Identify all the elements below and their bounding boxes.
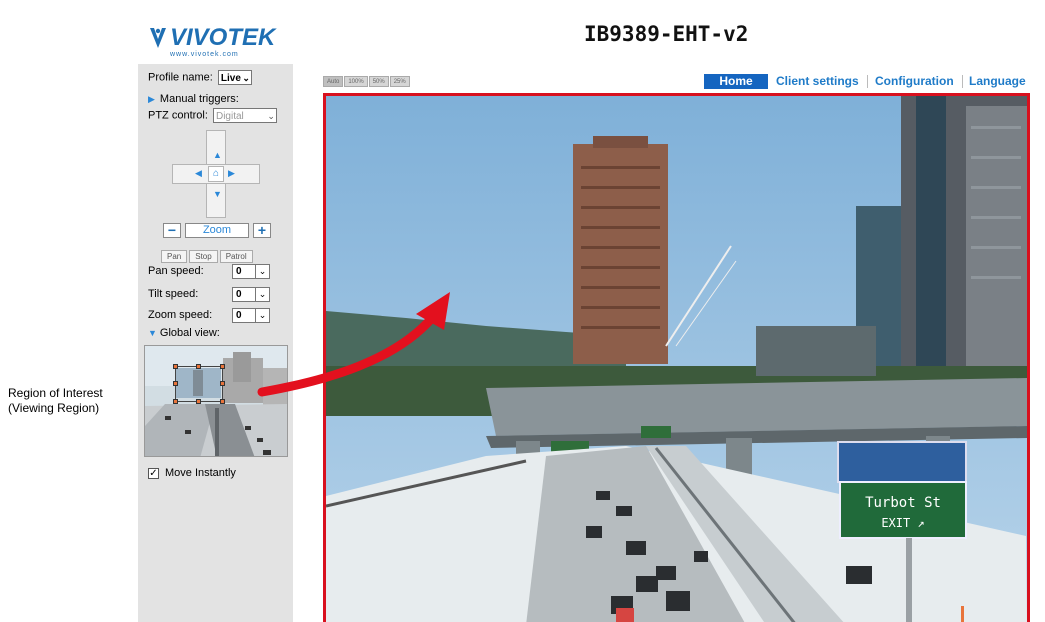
nav-separator xyxy=(962,75,963,88)
triangle-down-icon: ▼ xyxy=(148,328,157,338)
stop-button[interactable]: Stop xyxy=(189,250,218,263)
ptz-control-select[interactable]: Digital ⌄ xyxy=(212,108,277,123)
view-size-buttons: Auto 100% 50% 25% xyxy=(323,76,411,88)
pan-button[interactable]: Pan xyxy=(161,250,188,263)
triangle-right-icon: ▶ xyxy=(148,94,155,104)
tilt-speed-value: 0 xyxy=(236,289,242,300)
tilt-speed-label: Tilt speed: xyxy=(148,288,199,300)
tilt-speed-select[interactable]: 0 ⌄ xyxy=(232,287,270,302)
roi-handle[interactable] xyxy=(220,399,225,404)
move-instantly-label: Move Instantly xyxy=(165,467,236,479)
roi-callout-label: Region of Interest (Viewing Region) xyxy=(8,386,143,416)
zoom-out-button[interactable]: − xyxy=(163,223,181,238)
highway-sign-line2: EXIT ↗ xyxy=(881,516,924,530)
nav-client-settings[interactable]: Client settings xyxy=(776,74,859,89)
move-instantly-row[interactable]: ✓ Move Instantly xyxy=(148,467,236,479)
view-50-button[interactable]: 50% xyxy=(368,76,389,87)
page-title: IB9389-EHT-v2 xyxy=(584,22,749,46)
roi-handle[interactable] xyxy=(173,381,178,386)
roi-handle[interactable] xyxy=(196,399,201,404)
logo-subtext: www.vivotek.com xyxy=(170,51,239,58)
chevron-down-icon: ⌄ xyxy=(255,265,269,278)
patrol-button[interactable]: Patrol xyxy=(219,250,253,263)
live-video-view[interactable]: Turbot St EXIT ↗ xyxy=(323,93,1030,622)
vivotek-logo-icon xyxy=(150,28,166,48)
move-instantly-checkbox[interactable]: ✓ xyxy=(148,467,159,479)
arrow-down-icon[interactable]: ▼ xyxy=(213,189,222,199)
chevron-down-icon: ⌄ xyxy=(255,288,269,301)
zoom-speed-value: 0 xyxy=(236,310,242,321)
zoom-in-button[interactable]: + xyxy=(253,223,271,238)
chevron-down-icon: ⌄ xyxy=(242,73,250,83)
ptz-control-label: PTZ control: xyxy=(148,109,208,122)
roi-callout-line2: (Viewing Region) xyxy=(8,401,100,415)
pan-speed-select[interactable]: 0 ⌄ xyxy=(232,264,270,279)
profile-select[interactable]: Live ⌄ xyxy=(217,70,252,85)
global-view-thumbnail[interactable] xyxy=(144,345,288,457)
chevron-down-icon: ⌄ xyxy=(255,309,269,322)
pan-speed-label: Pan speed: xyxy=(148,265,204,277)
view-25-button[interactable]: 25% xyxy=(389,76,410,87)
region-of-interest-box[interactable] xyxy=(173,364,225,404)
ptz-control-value: Digital xyxy=(215,111,244,122)
arrow-up-icon[interactable]: ▲ xyxy=(213,150,222,160)
arrow-left-icon[interactable]: ◀ xyxy=(195,168,202,179)
global-view-label: Global view: xyxy=(159,327,220,339)
view-auto-button[interactable]: Auto xyxy=(323,76,344,87)
profile-label: Profile name: xyxy=(148,71,213,84)
nav-separator xyxy=(867,75,868,88)
chevron-down-icon: ⌄ xyxy=(267,111,275,121)
nav-language[interactable]: Language xyxy=(969,74,1026,89)
roi-handle[interactable] xyxy=(173,399,178,404)
roi-handle[interactable] xyxy=(196,364,201,369)
pan-speed-value: 0 xyxy=(236,266,242,277)
roi-handle[interactable] xyxy=(220,381,225,386)
profile-select-value: Live xyxy=(220,73,241,84)
arrow-right-icon[interactable]: ▶ xyxy=(228,168,235,179)
logo-area: VIVOTEK www.vivotek.com xyxy=(138,12,293,64)
manual-triggers-toggle[interactable]: ▶ Manual triggers: xyxy=(148,93,239,105)
ptz-mode-buttons: Pan Stop Patrol xyxy=(161,246,255,263)
zoom-speed-select[interactable]: 0 ⌄ xyxy=(232,308,270,323)
nav-configuration[interactable]: Configuration xyxy=(875,74,954,89)
profile-row: Profile name: Live ⌄ xyxy=(148,70,252,85)
ptz-direction-pad: ▲ ▼ ◀ ▶ ⌂ xyxy=(172,130,260,220)
view-100-button[interactable]: 100% xyxy=(344,76,368,87)
manual-triggers-label: Manual triggers: xyxy=(159,93,239,105)
roi-handle[interactable] xyxy=(173,364,178,369)
zoom-speed-label: Zoom speed: xyxy=(148,309,213,321)
home-icon[interactable]: ⌂ xyxy=(208,166,224,182)
sidebar: VIVOTEK www.vivotek.com Profile name: Li… xyxy=(138,12,293,622)
live-video-image: Turbot St EXIT ↗ xyxy=(326,96,1027,622)
nav-home[interactable]: Home xyxy=(704,74,768,89)
zoom-label: Zoom xyxy=(185,223,249,238)
zoom-controls: − Zoom + xyxy=(163,223,271,239)
roi-callout-line1: Region of Interest xyxy=(8,386,103,400)
roi-handle[interactable] xyxy=(220,364,225,369)
ptz-control-row: PTZ control: Digital ⌄ xyxy=(148,108,277,123)
global-view-toggle[interactable]: ▼ Global view: xyxy=(148,327,220,339)
vivotek-logo[interactable]: VIVOTEK www.vivotek.com xyxy=(148,24,288,64)
logo-text: VIVOTEK xyxy=(170,24,276,51)
highway-sign-line1: Turbot St xyxy=(865,495,941,511)
